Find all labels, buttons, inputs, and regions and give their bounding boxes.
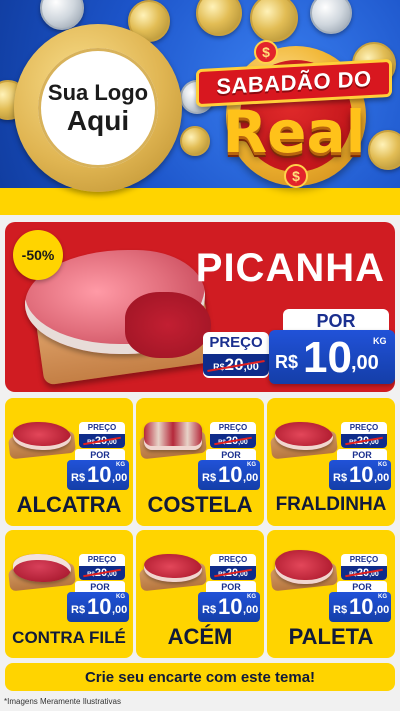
new-price-box: R$ 10,00 KG [198, 460, 260, 490]
new-price-dec: ,00 [243, 472, 259, 484]
old-price-box: PREÇO R$20,00 [341, 554, 387, 580]
new-price-box: R$ 10,00 KG [67, 592, 129, 622]
new-price-box: R$ 10,00 KG [329, 460, 391, 490]
price-unit: KG [378, 594, 387, 600]
logo-circle: Sua Logo Aqui [38, 48, 158, 168]
old-price-label: PREÇO [87, 555, 117, 564]
new-price-currency: R$ [275, 352, 299, 372]
logo-text-line1: Sua Logo [47, 80, 149, 105]
alcatra-image [13, 422, 71, 450]
logo-text-line2: Aqui [66, 105, 130, 136]
coin-image [250, 0, 298, 42]
featured-product-name: PICANHA [195, 246, 385, 290]
new-price-int: 10 [349, 462, 374, 487]
new-price-dec: ,00 [351, 352, 379, 374]
old-price-label: PREÇO [87, 423, 117, 432]
old-price-label: PREÇO [218, 555, 248, 564]
price-unit: KG [116, 462, 125, 468]
new-price-box: R$ 10,00 KG [329, 592, 391, 622]
old-price-label: PREÇO [349, 423, 379, 432]
images-disclaimer: *Imagens Meramente Ilustrativas [4, 697, 121, 706]
discount-badge: -50% [13, 230, 63, 280]
paleta-image [275, 550, 333, 584]
new-price-currency: R$ [333, 472, 348, 484]
header-banner: Sua Logo Aqui $ SABADÃO DO Real $ [0, 0, 400, 215]
product-card-contra-file: PREÇO R$20,00 POR R$10,00KG CONTRA FILÉ [5, 530, 133, 658]
old-price-box: PREÇO R$20,00 [210, 554, 256, 580]
product-name: ALCATRA [16, 492, 122, 517]
acem-image [144, 554, 202, 582]
featured-product: -50% PICANHA PREÇO R$20,00 POR R$ 10 ,00… [5, 222, 395, 392]
new-price-box: R$ 10,00 KG [67, 460, 129, 490]
new-price-currency: R$ [202, 604, 217, 616]
coin-image [196, 0, 242, 36]
title-big-text: Real [222, 98, 366, 166]
costela-image [144, 422, 202, 450]
new-price-dec: ,00 [112, 604, 128, 616]
price-unit: KG [373, 336, 387, 346]
product-name: CONTRA FILÉ [12, 628, 126, 647]
new-price-int: 10 [87, 462, 112, 487]
old-price-box: PREÇO R$20,00 [79, 422, 125, 448]
new-price-int: 10 [87, 594, 112, 619]
picanha-cut-image [125, 292, 211, 358]
new-price-dec: ,00 [112, 472, 128, 484]
dollar-icon: $ [254, 40, 278, 64]
new-price-dec: ,00 [374, 472, 390, 484]
new-price-int: 10 [303, 333, 352, 382]
old-price-label: PREÇO [349, 555, 379, 564]
product-name: PALETA [288, 624, 374, 649]
dollar-icon: $ [284, 164, 308, 188]
new-price-int: 10 [218, 594, 243, 619]
create-flyer-cta[interactable]: Crie seu encarte com este tema! [5, 663, 395, 691]
yellow-stripe [0, 188, 400, 215]
price-unit: KG [116, 594, 125, 600]
new-price-int: 10 [218, 462, 243, 487]
title-top-text: SABADÃO DO [216, 65, 372, 100]
old-price-box: PREÇO R$20,00 [210, 422, 256, 448]
new-price-dec: ,00 [243, 604, 259, 616]
new-price-dec: ,00 [374, 604, 390, 616]
product-name: FRALDINHA [275, 494, 387, 515]
campaign-title: $ SABADÃO DO Real $ [196, 40, 392, 190]
product-card-alcatra: PREÇO R$20,00 POR R$10,00KG ALCATRA [5, 398, 133, 526]
price-unit: KG [247, 462, 256, 468]
product-card-paleta: PREÇO R$20,00 POR R$10,00KG PALETA [267, 530, 395, 658]
new-price-currency: R$ [71, 604, 86, 616]
new-price-box: R$ 10 ,00 KG [269, 330, 395, 384]
fraldinha-image [275, 422, 333, 450]
new-price-currency: R$ [333, 604, 348, 616]
product-card-costela: PREÇO R$20,00 POR R$10,00KG COSTELA [136, 398, 264, 526]
old-price-box: PREÇO R$20,00 [203, 332, 269, 378]
product-card-acem: PREÇO R$20,00 POR R$10,00KG ACÉM [136, 530, 264, 658]
new-price-currency: R$ [202, 472, 217, 484]
product-card-fraldinha: PREÇO R$20,00 POR R$10,00KG FRALDINHA [267, 398, 395, 526]
new-price-currency: R$ [71, 472, 86, 484]
old-price-label: PREÇO [209, 334, 263, 351]
product-name: COSTELA [147, 492, 253, 517]
contra-file-image [13, 554, 71, 582]
new-price-int: 10 [349, 594, 374, 619]
coin-image [310, 0, 352, 34]
old-price-box: PREÇO R$20,00 [341, 422, 387, 448]
logo-placeholder: Sua Logo Aqui [14, 24, 182, 192]
product-name: ACÉM [167, 624, 233, 649]
new-price-box: R$ 10,00 KG [198, 592, 260, 622]
price-unit: KG [247, 594, 256, 600]
old-price-label: PREÇO [218, 423, 248, 432]
old-price-box: PREÇO R$20,00 [79, 554, 125, 580]
price-unit: KG [378, 462, 387, 468]
